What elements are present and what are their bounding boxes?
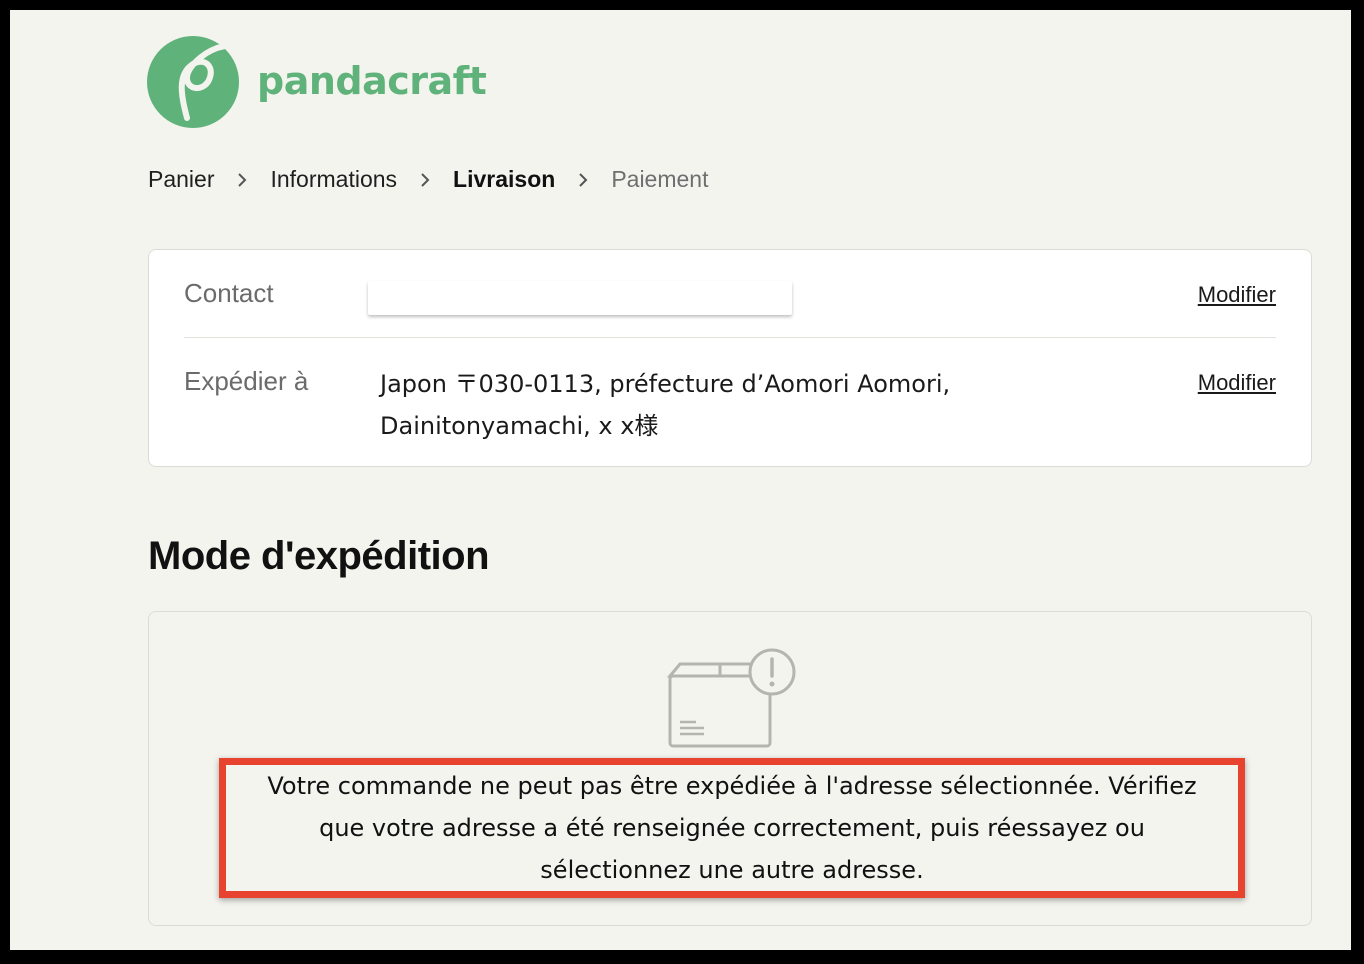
address-line: Dainitonyamachi, x x様 (380, 412, 659, 440)
ship-to-address: Japon 〒030-0113, préfecture d’Aomori Aom… (380, 363, 1040, 447)
brand-logo[interactable]: pandacraft (147, 34, 487, 128)
contact-value (368, 281, 792, 315)
shipping-method-box: Votre commande ne peut pas être expédiée… (148, 611, 1312, 926)
review-card: Contact Modifier Expédier à Japon 〒030-0… (148, 249, 1312, 467)
modify-contact-link[interactable]: Modifier (1198, 282, 1276, 308)
breadcrumb: Panier Informations Livraison Paiement (148, 166, 708, 193)
ship-to-label: Expédier à (184, 366, 309, 396)
modify-address-link[interactable]: Modifier (1198, 370, 1276, 396)
error-line: sélectionnez une autre adresse. (540, 856, 924, 884)
chevron-right-icon (236, 172, 248, 187)
card-divider (184, 337, 1276, 338)
shipping-error-message: Votre commande ne peut pas être expédiée… (227, 765, 1237, 891)
breadcrumb-item-livraison: Livraison (453, 166, 556, 192)
error-line: que votre adresse a été renseignée corre… (319, 814, 1145, 842)
breadcrumb-item-paiement: Paiement (611, 166, 709, 192)
breadcrumb-item-informations[interactable]: Informations (270, 166, 397, 193)
address-line: Japon 〒030-0113, préfecture d’Aomori Aom… (380, 370, 951, 398)
shipping-error-highlight: Votre commande ne peut pas être expédiée… (219, 758, 1245, 898)
brand-name: pandacraft (257, 59, 487, 103)
checkout-page: pandacraft Panier Informations Livraison… (10, 10, 1351, 950)
shipping-method-title: Mode d'expédition (148, 534, 490, 578)
contact-label: Contact (184, 278, 274, 308)
package-warning-icon (666, 648, 796, 748)
chevron-right-icon (419, 172, 431, 187)
breadcrumb-item-panier[interactable]: Panier (148, 166, 214, 193)
chevron-right-icon (577, 172, 589, 187)
error-line: Votre commande ne peut pas être expédiée… (267, 772, 1197, 800)
pandacraft-logo-icon (147, 36, 241, 128)
